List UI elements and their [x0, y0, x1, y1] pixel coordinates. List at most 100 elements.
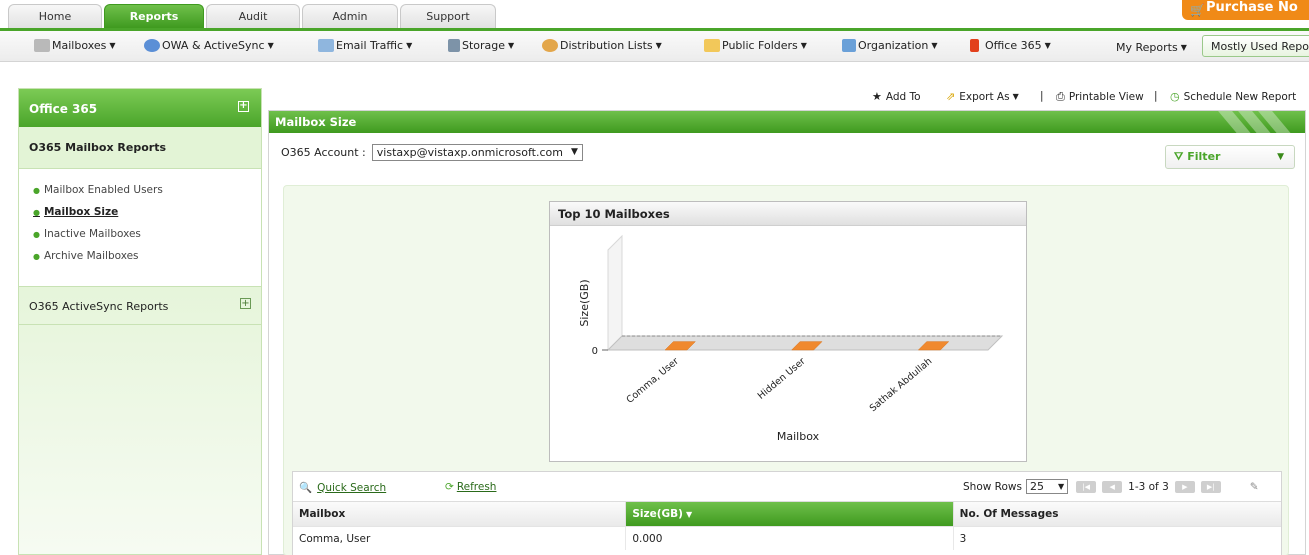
add-to-button[interactable]: ★ Add To — [872, 90, 921, 103]
sidebar-item-mailbox-enabled-users[interactable]: ● Mailbox Enabled Users — [33, 179, 247, 201]
report-toolbar: ★ Add To ⇗ Export As ▼ | ⎙ Printable View | … — [868, 88, 1308, 106]
quick-search-button[interactable]: 🔍 Quick Search — [299, 481, 386, 495]
first-page-icon[interactable]: |◀ — [1076, 480, 1097, 493]
account-dropdown[interactable]: vistaxp@vistaxp.onmicrosoft.com ▼ — [371, 144, 583, 161]
rows-per-page-select[interactable]: 25 ▼ — [1025, 479, 1069, 494]
bar-chart: 0 Size(GB) Comma, User Hidden User Sathak Ab… — [578, 234, 1004, 443]
tab-home[interactable]: Home — [8, 4, 102, 28]
caret-down-icon: ▼ — [655, 41, 662, 50]
schedule-report-button[interactable]: ◷ Schedule New Report — [1170, 90, 1296, 103]
expand-icon[interactable]: + — [240, 298, 251, 309]
column-header-messages[interactable]: No. Of Messages — [953, 502, 1282, 526]
sidebar-item-inactive-mailboxes[interactable]: ● Inactive Mailboxes — [33, 223, 247, 245]
table-row[interactable]: Comma, User 0.000 3 — [293, 526, 1281, 550]
export-as-button[interactable]: ⇗ Export As ▼ — [946, 90, 1019, 103]
owa-icon — [144, 39, 160, 52]
menu-office365[interactable]: Office 365 ▼ — [970, 39, 1051, 52]
menu-bar: Mailboxes ▼ OWA & ActiveSync ▼ Email Traff… — [0, 31, 1309, 62]
tab-reports[interactable]: Reports — [104, 4, 204, 28]
caret-down-icon: ▼ — [1277, 152, 1284, 162]
grid-toolbar: 🔍 Quick Search ⟳ Refresh Show Rows 25 ▼ |◀ … — [293, 472, 1281, 502]
caret-down-icon: ▼ — [1180, 43, 1187, 52]
caret-down-icon: ▼ — [109, 41, 116, 50]
prev-page-icon[interactable]: ◀ — [1102, 480, 1123, 493]
column-header-mailbox[interactable]: Mailbox — [293, 502, 627, 526]
caret-down-icon: ▼ — [1057, 482, 1065, 491]
cell-size: 0.000 — [626, 527, 954, 550]
x-axis-label: Mailbox — [777, 430, 820, 443]
caret-down-icon: ▼ — [267, 41, 274, 50]
search-icon: 🔍 — [299, 482, 313, 494]
folder-icon — [704, 39, 720, 52]
caret-down-icon: ▼ — [406, 41, 413, 50]
column-header-size[interactable]: Size(GB) ▼ — [626, 502, 954, 526]
account-selector: O365 Account : vistaxp@vistaxp.onmicroso… — [281, 144, 583, 161]
menu-public-folders[interactable]: Public Folders ▼ — [704, 39, 807, 52]
chart-box: Top 10 Mailboxes 0 Size(GB) Comma, User Hid… — [549, 201, 1027, 462]
cell-mailbox: Comma, User — [293, 527, 627, 550]
data-grid: 🔍 Quick Search ⟳ Refresh Show Rows 25 ▼ |◀ … — [292, 471, 1282, 555]
printable-view-button[interactable]: ⎙ Printable View — [1056, 90, 1144, 104]
star-icon: ★ — [872, 90, 882, 103]
sidebar-section-activesync-reports[interactable]: O365 ActiveSync Reports + — [19, 287, 261, 325]
bullet-icon: ● — [33, 208, 40, 217]
chart-title: Top 10 Mailboxes — [550, 202, 1026, 226]
toolbar-separator: | — [1040, 90, 1044, 102]
sidebar: Office 365 + O365 Mailbox Reports ● Mailb… — [18, 88, 262, 555]
expand-icon[interactable]: + — [238, 101, 249, 112]
tab-admin[interactable]: Admin — [302, 4, 398, 28]
refresh-button[interactable]: ⟳ Refresh — [445, 481, 496, 493]
report-panel: Mailbox Size O365 Account : vistaxp@vist… — [268, 110, 1306, 555]
report-header: Mailbox Size — [269, 111, 1305, 133]
sidebar-item-archive-mailboxes[interactable]: ● Archive Mailboxes — [33, 245, 247, 267]
bullet-icon: ● — [33, 230, 40, 239]
cart-icon: 🛒 — [1190, 3, 1205, 17]
menu-my-reports[interactable]: My Reports ▼ — [1116, 41, 1187, 54]
organization-icon — [842, 39, 856, 52]
grid-header: Mailbox Size(GB) ▼ No. Of Messages — [293, 502, 1282, 526]
export-icon: ⇗ — [946, 90, 956, 103]
printer-icon: ⎙ — [1056, 90, 1065, 103]
refresh-icon: ⟳ — [445, 481, 454, 493]
bullet-icon: ● — [33, 252, 40, 261]
last-page-icon[interactable]: ▶| — [1200, 480, 1221, 493]
cell-messages: 3 — [959, 533, 967, 545]
storage-icon — [448, 39, 460, 52]
edit-columns-icon[interactable]: ✎ — [1250, 481, 1259, 493]
clock-icon: ◷ — [1170, 90, 1180, 103]
purchase-button[interactable]: 🛒 Purchase No — [1182, 0, 1309, 20]
filter-button[interactable]: ⛛ Filter ▼ — [1165, 145, 1295, 169]
sidebar-header: Office 365 + — [19, 89, 261, 127]
email-traffic-icon — [318, 39, 334, 52]
sidebar-section-mailbox-reports[interactable]: O365 Mailbox Reports — [19, 127, 261, 169]
mostly-used-reports-button[interactable]: Mostly Used Report — [1202, 35, 1309, 57]
menu-mailboxes[interactable]: Mailboxes ▼ — [34, 39, 116, 52]
menu-organization[interactable]: Organization ▼ — [842, 39, 937, 52]
caret-down-icon: ▼ — [508, 41, 515, 50]
x-tick-label: Comma, User — [624, 356, 681, 406]
next-page-icon[interactable]: ▶ — [1174, 480, 1195, 493]
caret-down-icon: ▼ — [931, 41, 938, 50]
chart-side-wall — [607, 234, 623, 352]
y-tick-label: 0 — [592, 346, 598, 357]
top-navigation: Home Reports Audit Admin Support 🛒 Purcha… — [0, 0, 1309, 30]
tab-audit[interactable]: Audit — [206, 4, 300, 28]
y-axis-label: Size(GB) — [578, 279, 591, 326]
sidebar-item-mailbox-size[interactable]: ● Mailbox Size — [33, 201, 247, 223]
menu-distribution-lists[interactable]: Distribution Lists ▼ — [542, 39, 662, 52]
toolbar-separator: | — [1154, 90, 1158, 102]
menu-storage[interactable]: Storage ▼ — [448, 39, 514, 52]
caret-down-icon: ▼ — [570, 147, 578, 157]
sort-desc-icon: ▼ — [685, 510, 693, 519]
caret-down-icon: ▼ — [1044, 41, 1051, 50]
menu-owa-activesync[interactable]: OWA & ActiveSync ▼ — [144, 39, 274, 52]
sidebar-report-list: ● Mailbox Enabled Users ● Mailbox Size ● In… — [19, 169, 261, 287]
report-title: Mailbox Size — [275, 115, 357, 129]
office365-icon — [970, 39, 979, 52]
distribution-icon — [542, 39, 558, 52]
mailbox-icon — [34, 39, 50, 52]
menu-email-traffic[interactable]: Email Traffic ▼ — [318, 39, 412, 52]
tab-support[interactable]: Support — [400, 4, 496, 28]
x-tick-label: Sathak Abdullah — [868, 356, 935, 414]
report-content: Top 10 Mailboxes 0 Size(GB) Comma, User Hid… — [283, 185, 1289, 555]
